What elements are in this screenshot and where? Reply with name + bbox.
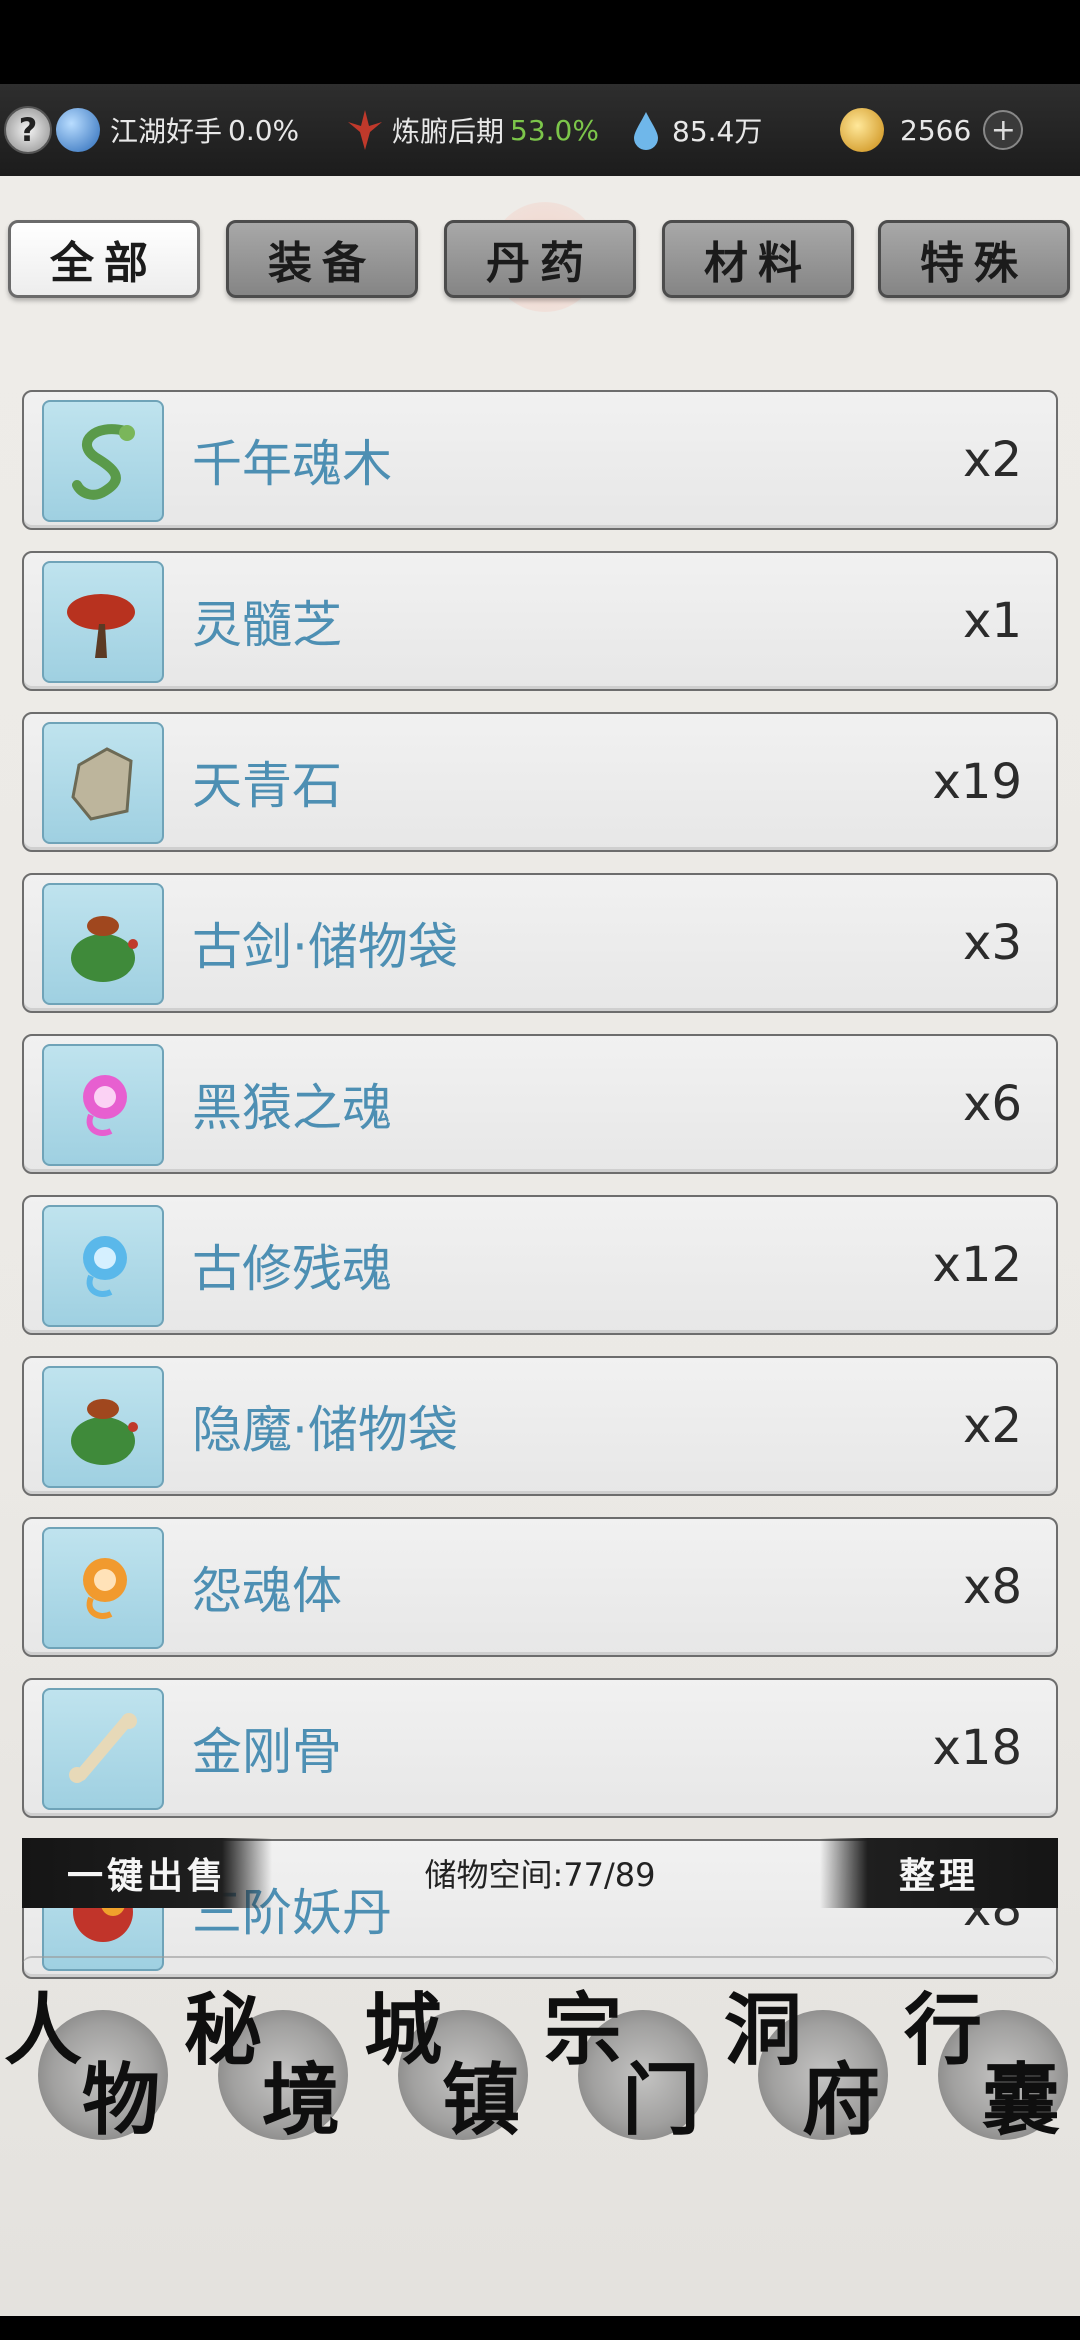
- item-name: 灵髓芝: [192, 596, 342, 654]
- nav-secret-realm[interactable]: 秘 境: [180, 1968, 360, 2146]
- nav-label-1: 宗: [544, 1985, 623, 2076]
- blue-spirit-icon: [83, 1236, 127, 1297]
- item-name: 隐魔·储物袋: [192, 1401, 458, 1459]
- nav-sect[interactable]: 宗 门: [540, 1968, 720, 2146]
- realm-label: 炼腑后期: [392, 115, 505, 148]
- category-tabs: 全部 装备 丹药 材料 特殊: [0, 220, 1080, 298]
- pink-spirit-icon: [83, 1075, 127, 1136]
- spirit-stone-icon: [634, 112, 658, 150]
- item-count: x6: [963, 1076, 1022, 1132]
- bottom-nav: 人 物 秘 境 城 镇 宗 门 洞 府 行 囊: [0, 1968, 1080, 2146]
- list-item[interactable]: 灵髓芝 x1: [22, 551, 1058, 691]
- item-count: x8: [963, 1559, 1022, 1615]
- item-name: 千年魂木: [192, 435, 392, 493]
- nav-label-1: 人: [4, 1985, 83, 2076]
- item-count: x1: [963, 593, 1022, 649]
- item-count: x2: [963, 432, 1022, 488]
- tab-pills[interactable]: 丹药: [444, 220, 636, 298]
- item-name: 古修残魂: [192, 1240, 392, 1298]
- item-thumbnail: [42, 1205, 164, 1327]
- item-name: 怨魂体: [192, 1562, 342, 1620]
- nav-bag[interactable]: 行 囊: [900, 1968, 1080, 2146]
- nav-label-1: 城: [364, 1985, 443, 2076]
- jianghu-label: 江湖好手: [110, 115, 223, 148]
- item-thumbnail: [42, 1527, 164, 1649]
- storage-bag-icon: [71, 916, 138, 982]
- coin-counter[interactable]: 2566 +: [840, 84, 1024, 176]
- nav-label-2: 府: [802, 2055, 881, 2146]
- list-item[interactable]: 怨魂体 x8: [22, 1517, 1058, 1657]
- item-name: 古剑·储物袋: [192, 918, 458, 976]
- item-thumbnail: [42, 561, 164, 683]
- realm-icon: [348, 110, 382, 150]
- red-mushroom-icon: [67, 594, 135, 658]
- nav-cave[interactable]: 洞 府: [720, 1968, 900, 2146]
- item-name: 金刚骨: [192, 1723, 342, 1781]
- add-coin-icon[interactable]: +: [983, 110, 1024, 150]
- item-count: x12: [932, 1237, 1022, 1293]
- item-name: 天青石: [192, 757, 342, 815]
- vine-wood-icon: [72, 424, 135, 500]
- help-icon[interactable]: ?: [4, 106, 52, 154]
- coin-icon: [840, 108, 884, 152]
- item-thumbnail: [42, 883, 164, 1005]
- sort-button[interactable]: 整理: [820, 1838, 1058, 1908]
- list-item[interactable]: 千年魂木 x2: [22, 390, 1058, 530]
- yin-yang-icon: [56, 108, 100, 152]
- item-list[interactable]: 千年魂木 x2 灵髓芝 x1 天青石 x19 古剑·储物袋 x3 黑猿之魂 x6…: [22, 390, 1058, 2000]
- item-thumbnail: [42, 1688, 164, 1810]
- realm-progress[interactable]: 炼腑后期 53.0%: [346, 84, 599, 176]
- item-name: 黑猿之魂: [192, 1079, 392, 1137]
- tab-equipment[interactable]: 装备: [226, 220, 418, 298]
- help-button[interactable]: ?: [4, 84, 52, 176]
- stone-icon: [71, 747, 133, 821]
- item-count: x19: [932, 754, 1022, 810]
- bone-icon: [69, 1713, 137, 1783]
- list-item[interactable]: 古剑·储物袋 x3: [22, 873, 1058, 1013]
- nav-label-2: 境: [262, 2055, 341, 2146]
- list-item[interactable]: 金刚骨 x18: [22, 1678, 1058, 1818]
- list-item[interactable]: 古修残魂 x12: [22, 1195, 1058, 1335]
- item-thumbnail: [42, 1366, 164, 1488]
- nav-label-2: 囊: [982, 2055, 1061, 2146]
- nav-label-2: 物: [82, 2055, 161, 2146]
- coin-value: 2566: [900, 113, 972, 147]
- item-thumbnail: [42, 722, 164, 844]
- spirit-stone-value: 85.4万: [672, 115, 763, 148]
- realm-value: 53.0%: [510, 113, 599, 147]
- orange-spirit-icon: [83, 1558, 127, 1619]
- nav-character[interactable]: 人 物: [0, 1968, 180, 2146]
- item-thumbnail: [42, 1044, 164, 1166]
- item-thumbnail: [42, 400, 164, 522]
- list-item[interactable]: 隐魔·储物袋 x2: [22, 1356, 1058, 1496]
- nav-label-2: 门: [622, 2055, 701, 2146]
- nav-town[interactable]: 城 镇: [360, 1968, 540, 2146]
- tab-special[interactable]: 特殊: [878, 220, 1070, 298]
- nav-label-2: 镇: [442, 2055, 521, 2146]
- jianghu-value: 0.0%: [228, 113, 300, 147]
- storage-bag-icon: [71, 1399, 138, 1465]
- tab-materials[interactable]: 材料: [662, 220, 854, 298]
- spirit-stone-counter[interactable]: 85.4万: [632, 84, 762, 176]
- item-count: x3: [963, 915, 1022, 971]
- list-item[interactable]: 天青石 x19: [22, 712, 1058, 852]
- list-item[interactable]: 黑猿之魂 x6: [22, 1034, 1058, 1174]
- tab-all[interactable]: 全部: [8, 220, 200, 298]
- nav-label-1: 行: [904, 1985, 983, 2076]
- jianghu-rank[interactable]: 江湖好手 0.0%: [56, 84, 299, 176]
- item-count: x2: [963, 1398, 1022, 1454]
- status-bar: ? 江湖好手 0.0% 炼腑后期 53.0% 85.4万 2566 +: [0, 84, 1080, 176]
- nav-label-1: 秘: [184, 1985, 263, 2076]
- nav-label-1: 洞: [724, 1985, 803, 2076]
- item-count: x18: [932, 1720, 1022, 1776]
